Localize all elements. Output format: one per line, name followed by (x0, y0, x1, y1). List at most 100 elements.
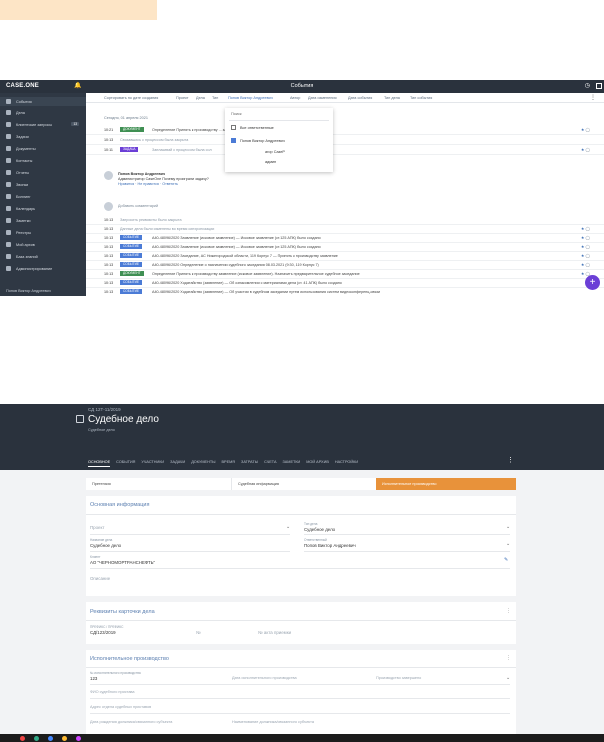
app-icon[interactable] (34, 736, 39, 741)
stage-execution[interactable]: Исполнительное производство (376, 478, 516, 490)
sidebar-item-knowledge[interactable]: База знаний (0, 252, 86, 261)
sidebar-item-calendar[interactable]: Календарь (0, 204, 86, 213)
sidebar-item-admin[interactable]: Администрирование (0, 264, 86, 273)
star-icon[interactable]: ★ ◯ (581, 253, 590, 258)
stage-claim[interactable]: Претензия (86, 478, 231, 490)
events-screen: CASE.ONE 🔔 События ◷ События Дела Клиент… (0, 80, 604, 296)
chevron-down-icon[interactable]: ⌄ (286, 524, 290, 530)
filter-sort[interactable]: Сортировать по дате создания (104, 96, 158, 100)
filter-case-type[interactable]: Тип дела (384, 96, 400, 100)
case-name-field[interactable]: Судебное дело (90, 543, 121, 548)
list-item[interactable]: 10:11 ЗАДАЧА Заплакивай с процессом была… (86, 145, 604, 155)
chevron-down-icon[interactable]: ⌄ (506, 541, 510, 547)
dropdown-suboption[interactable]: админ (265, 160, 276, 164)
taskbar (0, 734, 604, 742)
dropdown-option-all[interactable]: Все ответственные (231, 125, 274, 130)
stage-court[interactable]: Судебная инфармация (231, 478, 376, 490)
app-icon[interactable] (62, 736, 67, 741)
sidebar-item-archive[interactable]: Мой архив (0, 240, 86, 249)
description-field[interactable]: Описание (90, 576, 110, 581)
debtor-birthdate-field[interactable]: Дата рождения должника/связанного субъек… (90, 720, 172, 724)
sidebar-item-registers[interactable]: Реестры (0, 228, 86, 237)
list-item[interactable]: 10:13 СОБЫТИЕ А40-48096/2020 Ходатайство… (86, 287, 604, 296)
tab-events[interactable]: СОБЫТИЯ (116, 460, 135, 464)
checkbox-checked[interactable] (231, 138, 236, 143)
dropdown-option-popov[interactable]: Попов Виктор Андреевич (231, 138, 285, 143)
act-number-field[interactable]: № акта приемки (258, 630, 291, 635)
star-icon[interactable]: ★ ◯ (581, 127, 590, 132)
sidebar-item-calls[interactable]: Звонки (0, 180, 86, 189)
tab-tasks[interactable]: ЗАДАЧИ (170, 460, 185, 464)
tab-main[interactable]: ОСНОВНОЕ (88, 460, 111, 467)
app-icon[interactable] (48, 736, 53, 741)
tab-time[interactable]: ВРЕМЯ (222, 460, 236, 464)
tab-invoices[interactable]: СЧЕТА (264, 460, 276, 464)
add-comment-input[interactable]: Добавить комментарий (118, 204, 158, 208)
case-title: Судебное дело (88, 414, 159, 425)
sidebar-item-requests[interactable]: Клиентские запросы 13 (0, 120, 86, 129)
tab-notes[interactable]: ЗАМЕТКИ (282, 460, 300, 464)
notes-icon (6, 218, 11, 223)
sidebar-item-contacts[interactable]: Контакты (0, 156, 86, 165)
star-icon[interactable]: ★ ◯ (581, 235, 590, 240)
responsible-field[interactable]: Попов Виктор Андреевич (304, 543, 356, 548)
comment-actions[interactable]: Нравится · Не нравится · Ответить (118, 182, 209, 187)
app-icon[interactable] (76, 736, 81, 741)
divider (86, 620, 516, 621)
case-type-field[interactable]: Судебное дело (304, 527, 335, 532)
execution-date-field[interactable]: Дата исполнительного производства (232, 676, 297, 680)
checkbox[interactable] (231, 125, 236, 130)
sidebar-item-cases[interactable]: Дела (0, 108, 86, 117)
tab-participants[interactable]: УЧАСТНИКИ (141, 460, 164, 464)
chevron-down-icon[interactable]: ⌄ (506, 524, 510, 530)
dropdown-suboption[interactable]: агор СазеР (265, 150, 285, 154)
bailiff-name-field[interactable]: ФИО судебного пристава (90, 690, 135, 694)
debtor-name-field[interactable]: Наименование должника/связанного субъект… (232, 720, 314, 724)
filter-type[interactable]: Тип (212, 96, 218, 100)
archive-icon (6, 242, 11, 247)
sidebar-item-events[interactable]: События (0, 97, 86, 106)
sidebar-item-documents[interactable]: Документы (0, 144, 86, 153)
execution-state-field[interactable]: Производство завершено (376, 676, 421, 680)
tab-documents[interactable]: ДОКУМЕНТЫ (191, 460, 215, 464)
edit-icon[interactable]: ✎ (504, 557, 508, 563)
clock-icon[interactable]: ◷ (585, 82, 590, 89)
filter-modified[interactable]: Дата изменения (308, 96, 337, 100)
sidebar-user[interactable]: Попов Виктор Андреевич (6, 289, 51, 293)
filter-author[interactable]: Автор (290, 96, 300, 100)
tab-archive[interactable]: МОЙ АРХИВ (306, 460, 329, 464)
execution-number-field[interactable]: 123 (90, 676, 97, 681)
filter-event-type[interactable]: Тип события (410, 96, 432, 100)
case-number-field[interactable]: СД/123/2019 (90, 630, 116, 635)
sidebar-item-reports[interactable]: Отчеты (0, 168, 86, 177)
add-button[interactable]: + (585, 275, 600, 290)
more-icon[interactable]: ⋮ (507, 456, 514, 464)
number-field[interactable]: № (196, 630, 201, 635)
window-icon[interactable] (596, 83, 602, 89)
sidebar-item-notes[interactable]: Заметки (0, 216, 86, 225)
sidebar-item-tasks[interactable]: Задачи (0, 132, 86, 141)
filter-responsible[interactable]: Попов Виктор Андреевич (228, 96, 273, 100)
app-icon[interactable] (20, 736, 25, 741)
star-icon[interactable]: ★ ◯ (581, 226, 590, 231)
more-icon[interactable]: ⋮ (506, 655, 511, 661)
star-icon[interactable]: ★ ◯ (581, 244, 590, 249)
registers-icon (6, 230, 11, 235)
chevron-down-icon[interactable]: ⌄ (506, 675, 510, 681)
filter-cases[interactable]: Дела (196, 96, 205, 100)
bailiff-address-field[interactable]: Адрес отдела судебных приставов (90, 705, 151, 709)
tab-expenses[interactable]: ЗАТРАТЫ (241, 460, 258, 464)
project-field[interactable]: Проект (90, 525, 104, 530)
list-item[interactable]: 10:13 Связавшись с процессом была закрыт… (86, 135, 604, 145)
filter-event-date[interactable]: Дата события (348, 96, 372, 100)
client-field[interactable]: АО "ЧЕРНОМОРТРАНСНЕФТЬ" (90, 560, 155, 565)
list-item[interactable]: 10:21 ДОКУМЕНТ Определение Принять к про… (86, 125, 604, 135)
dropdown-search-input[interactable]: Поиск (231, 112, 242, 116)
star-icon[interactable]: ★ ◯ (581, 262, 590, 267)
more-icon[interactable]: ⋮ (506, 608, 511, 614)
more-icon[interactable]: ⋮ (590, 94, 596, 101)
sidebar-item-billing[interactable]: Биллинг (0, 192, 86, 201)
star-icon[interactable]: ★ ◯ (581, 147, 590, 152)
tab-settings[interactable]: НАСТРОЙКИ (335, 460, 358, 464)
filter-project[interactable]: Проект (176, 96, 189, 100)
